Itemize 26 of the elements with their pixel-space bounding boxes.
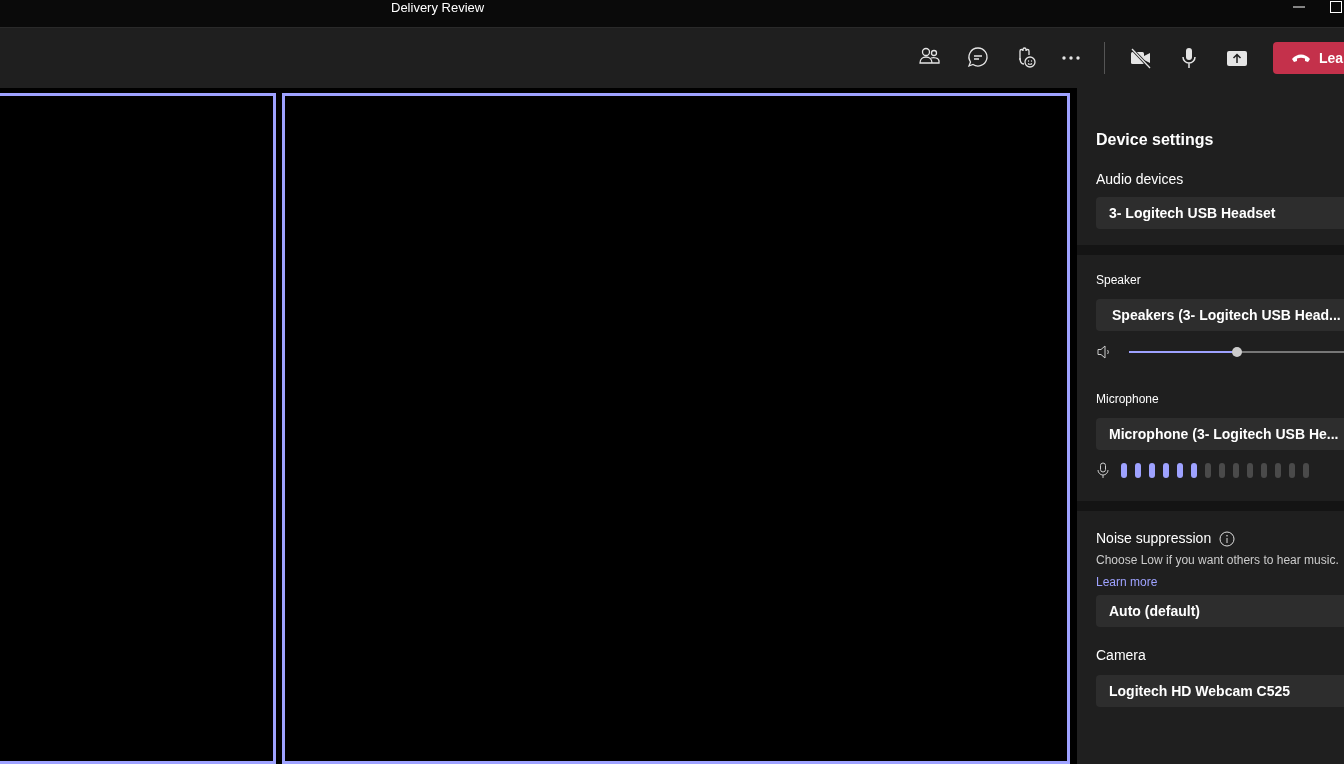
field-label: Camera (1096, 646, 1147, 665)
field-label: Microphone (1096, 391, 1160, 408)
field-label: Audio devices (1096, 170, 1185, 189)
dropdown[interactable]: Microphone (3- Logitech USB He... (1096, 418, 1344, 450)
speaker-icon (1096, 344, 1112, 360)
video-tile[interactable] (281, 93, 1070, 764)
hang-up-icon (1291, 53, 1311, 63)
dropdown[interactable]: 3- Logitech USB Headset (1096, 197, 1344, 229)
more-icon[interactable] (1062, 56, 1080, 60)
dropdown[interactable]: Auto (default) (1096, 595, 1344, 627)
hint-text: Choose Low if you want others to hear music. (1096, 552, 1340, 569)
window-title: Delivery Review (391, 0, 485, 15)
dropdown[interactable]: Logitech HD Webcam C525 (1096, 675, 1344, 707)
dropdown[interactable]: Speakers (3- Logitech USB Head... (1096, 299, 1344, 331)
slider-thumb[interactable] (1231, 347, 1242, 357)
info-icon (1219, 530, 1236, 547)
learn-more-link[interactable]: Learn more (1096, 573, 1158, 591)
microphone-icon (1096, 462, 1110, 478)
chat-icon[interactable] (966, 46, 990, 70)
leave-button[interactable]: Lea (1273, 42, 1344, 74)
panel-title: Device settings (1096, 130, 1215, 148)
field-label: Speaker (1096, 272, 1142, 289)
maximize-icon[interactable] (1330, 0, 1342, 14)
field-label: Noise suppression (1096, 529, 1212, 548)
video-tile[interactable] (0, 93, 276, 764)
camera-off-icon[interactable] (1129, 46, 1153, 70)
